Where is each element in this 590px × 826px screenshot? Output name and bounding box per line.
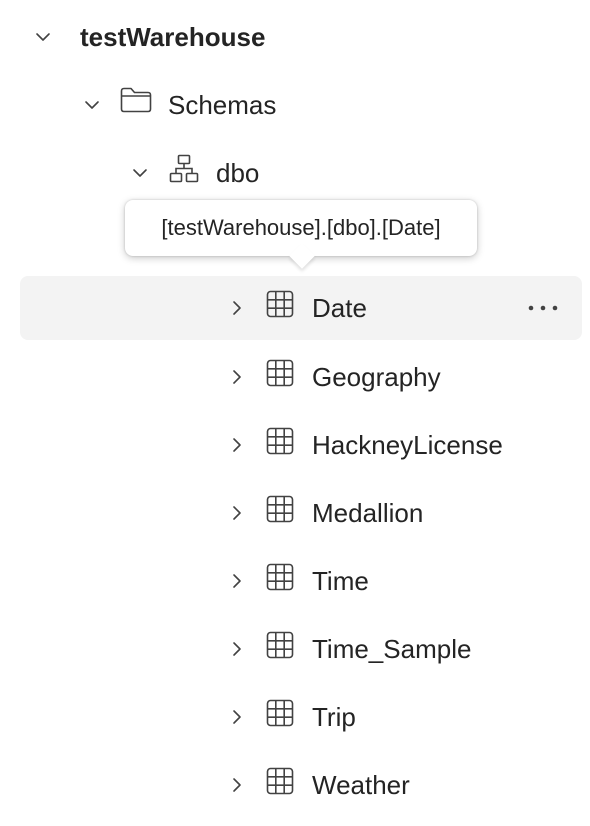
chevron-right-icon[interactable] — [227, 707, 247, 727]
tree-node-table-time-sample[interactable]: Time_Sample — [0, 617, 590, 681]
tree-node-schemas[interactable]: Schemas — [0, 73, 590, 137]
chevron-right-icon[interactable] — [227, 775, 247, 795]
tree-node-table-geography[interactable]: Geography — [0, 345, 590, 409]
object-explorer-tree: testWarehouse Schemas dbo [testWarehouse… — [0, 0, 590, 826]
table-icon — [266, 563, 294, 591]
tooltip-text: [testWarehouse].[dbo].[Date] — [161, 215, 441, 240]
table-label: Trip — [312, 702, 356, 732]
table-label: Time_Sample — [312, 634, 472, 664]
table-label: Geography — [312, 362, 441, 392]
table-icon — [266, 495, 294, 523]
table-label: Weather — [312, 770, 410, 800]
table-icon — [266, 699, 294, 727]
more-options-icon[interactable] — [526, 298, 560, 318]
table-icon — [266, 631, 294, 659]
tree-node-table-date[interactable]: Date — [0, 276, 590, 340]
object-path-tooltip: [testWarehouse].[dbo].[Date] — [125, 200, 477, 269]
chevron-right-icon[interactable] — [227, 367, 247, 387]
table-icon — [266, 427, 294, 455]
table-icon — [266, 767, 294, 795]
tree-node-warehouse[interactable]: testWarehouse — [0, 5, 590, 69]
chevron-right-icon[interactable] — [227, 639, 247, 659]
schema-icon — [169, 154, 199, 183]
tree-node-table-medallion[interactable]: Medallion — [0, 481, 590, 545]
warehouse-label: testWarehouse — [80, 22, 266, 52]
schema-label: dbo — [216, 158, 260, 188]
table-icon — [266, 290, 294, 318]
folder-icon — [120, 87, 152, 113]
tooltip-arrow — [289, 243, 315, 269]
table-label: Medallion — [312, 498, 424, 528]
chevron-right-icon[interactable] — [227, 298, 247, 318]
chevron-down-icon[interactable] — [130, 163, 150, 183]
table-label: Date — [312, 293, 367, 323]
table-label: HackneyLicense — [312, 430, 503, 460]
table-label: Time — [312, 566, 369, 596]
chevron-right-icon[interactable] — [227, 571, 247, 591]
tree-node-table-trip[interactable]: Trip — [0, 685, 590, 749]
tree-node-table-hackneylicense[interactable]: HackneyLicense — [0, 413, 590, 477]
tree-node-table-weather[interactable]: Weather — [0, 753, 590, 817]
tree-node-table-time[interactable]: Time — [0, 549, 590, 613]
tree-node-schema-dbo[interactable]: dbo — [0, 141, 590, 205]
chevron-right-icon[interactable] — [227, 435, 247, 455]
chevron-down-icon[interactable] — [82, 95, 102, 115]
table-icon — [266, 359, 294, 387]
chevron-down-icon[interactable] — [33, 27, 53, 47]
schemas-label: Schemas — [168, 90, 277, 120]
chevron-right-icon[interactable] — [227, 503, 247, 523]
